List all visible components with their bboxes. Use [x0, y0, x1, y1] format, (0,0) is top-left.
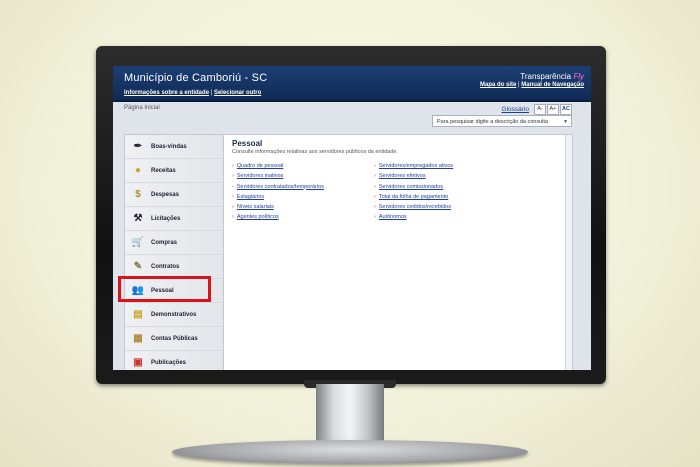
sidebar-item-receitas[interactable]: ● Receitas — [125, 159, 223, 183]
sidebar-item-boas-vindas[interactable]: ✒ Boas-vindas — [125, 135, 223, 159]
entity-info-link[interactable]: Informações sobre a entidade — [124, 90, 209, 96]
glossary-link[interactable]: Glossário — [502, 106, 529, 113]
chevron-down-icon: ▼ — [563, 119, 568, 125]
newspaper-icon: ▣ — [133, 357, 143, 368]
money-bag-icon: $ — [135, 189, 141, 200]
link-quadro-pessoal[interactable]: Quadro de pessoal — [232, 161, 374, 171]
link-niveis-salariais[interactable]: Níveis salariais — [232, 202, 374, 212]
link-column-1: Quadro de pessoal Servidores inativos Se… — [232, 161, 374, 223]
page-title: Município de Camboriú - SC — [124, 72, 268, 84]
sidebar-item-compras[interactable]: 🛒 Compras — [125, 231, 223, 255]
link-estagiarios[interactable]: Estagiários — [232, 192, 374, 202]
pen-icon: ✒ — [133, 141, 143, 152]
sidebar-item-despesas[interactable]: $ Despesas — [125, 183, 223, 207]
link-agentes-politicos[interactable]: Agentes políticos — [232, 212, 374, 222]
gavel-icon: ⚒ — [133, 213, 143, 224]
highlight-box — [118, 276, 211, 302]
link-autonomos[interactable]: Autônomos — [374, 212, 516, 222]
sidebar: ✒ Boas-vindas ● Receitas $ Despesas ⚒ Licita… — [125, 135, 224, 370]
section-subtitle: Consulte informações relativas aos servi… — [232, 149, 399, 155]
sitemap-link[interactable]: Mapa do site — [480, 82, 516, 88]
link-total-folha[interactable]: Total da folha de pagamento — [374, 192, 516, 202]
screen: Município de Camboriú - SC Informações s… — [113, 66, 591, 370]
link-servidores-efetivos[interactable]: Servidores efetivos — [374, 171, 516, 181]
cart-icon: 🛒 — [131, 237, 145, 248]
site-header: Município de Camboriú - SC Informações s… — [113, 66, 591, 102]
breadcrumb[interactable]: Página Inicial — [124, 105, 160, 111]
calculator-icon: ▦ — [133, 333, 143, 344]
link-servidores-contratados[interactable]: Servidores contratados/temporários — [232, 182, 374, 192]
sidebar-item-contas-publicas[interactable]: ▦ Contas Públicas — [125, 327, 223, 351]
main-content: Pessoal Consulte informações relativas a… — [232, 139, 562, 223]
manual-link[interactable]: Manual de Navegação — [521, 82, 584, 88]
search-select[interactable]: Para pesquisar digite a descrição da con… — [432, 115, 572, 127]
select-other-link[interactable]: Selecionar outro — [214, 90, 261, 96]
link-servidores-inativos[interactable]: Servidores inativos — [232, 171, 374, 181]
monitor-stand-neck — [316, 384, 384, 446]
brand-logo: Transparência Fly — [520, 72, 584, 81]
link-servidores-comissionados[interactable]: Servidores comissionados — [374, 182, 516, 192]
link-columns: Quadro de pessoal Servidores inativos Se… — [232, 161, 562, 223]
coins-icon: ● — [134, 165, 142, 176]
sidebar-item-demonstrativos[interactable]: ▤ Demonstrativos — [125, 303, 223, 327]
link-servidores-ativos[interactable]: Servidores/empregados ativos — [374, 161, 516, 171]
contrast-button[interactable]: AC — [560, 104, 572, 115]
content-panel: ✒ Boas-vindas ● Receitas $ Despesas ⚒ Licita… — [118, 134, 573, 370]
sidebar-item-licitacoes[interactable]: ⚒ Licitações — [125, 207, 223, 231]
link-column-2: Servidores/empregados ativos Servidores … — [374, 161, 516, 223]
section-title: Pessoal — [232, 139, 263, 148]
report-icon: ▤ — [133, 309, 143, 320]
font-decrease-button[interactable]: A- — [534, 104, 546, 115]
font-increase-button[interactable]: A+ — [547, 104, 559, 115]
header-right: Transparência Fly Mapa do site | Manual … — [480, 72, 584, 88]
scrollbar[interactable] — [565, 135, 572, 370]
monitor-stand-base — [172, 440, 528, 464]
entity-links: Informações sobre a entidade | Seleciona… — [124, 90, 262, 96]
document-icon: ✎ — [133, 261, 143, 272]
link-servidores-cedidos[interactable]: Servidores cedidos/recebidos — [374, 202, 516, 212]
sidebar-item-publicacoes[interactable]: ▣ Publicações — [125, 351, 223, 370]
